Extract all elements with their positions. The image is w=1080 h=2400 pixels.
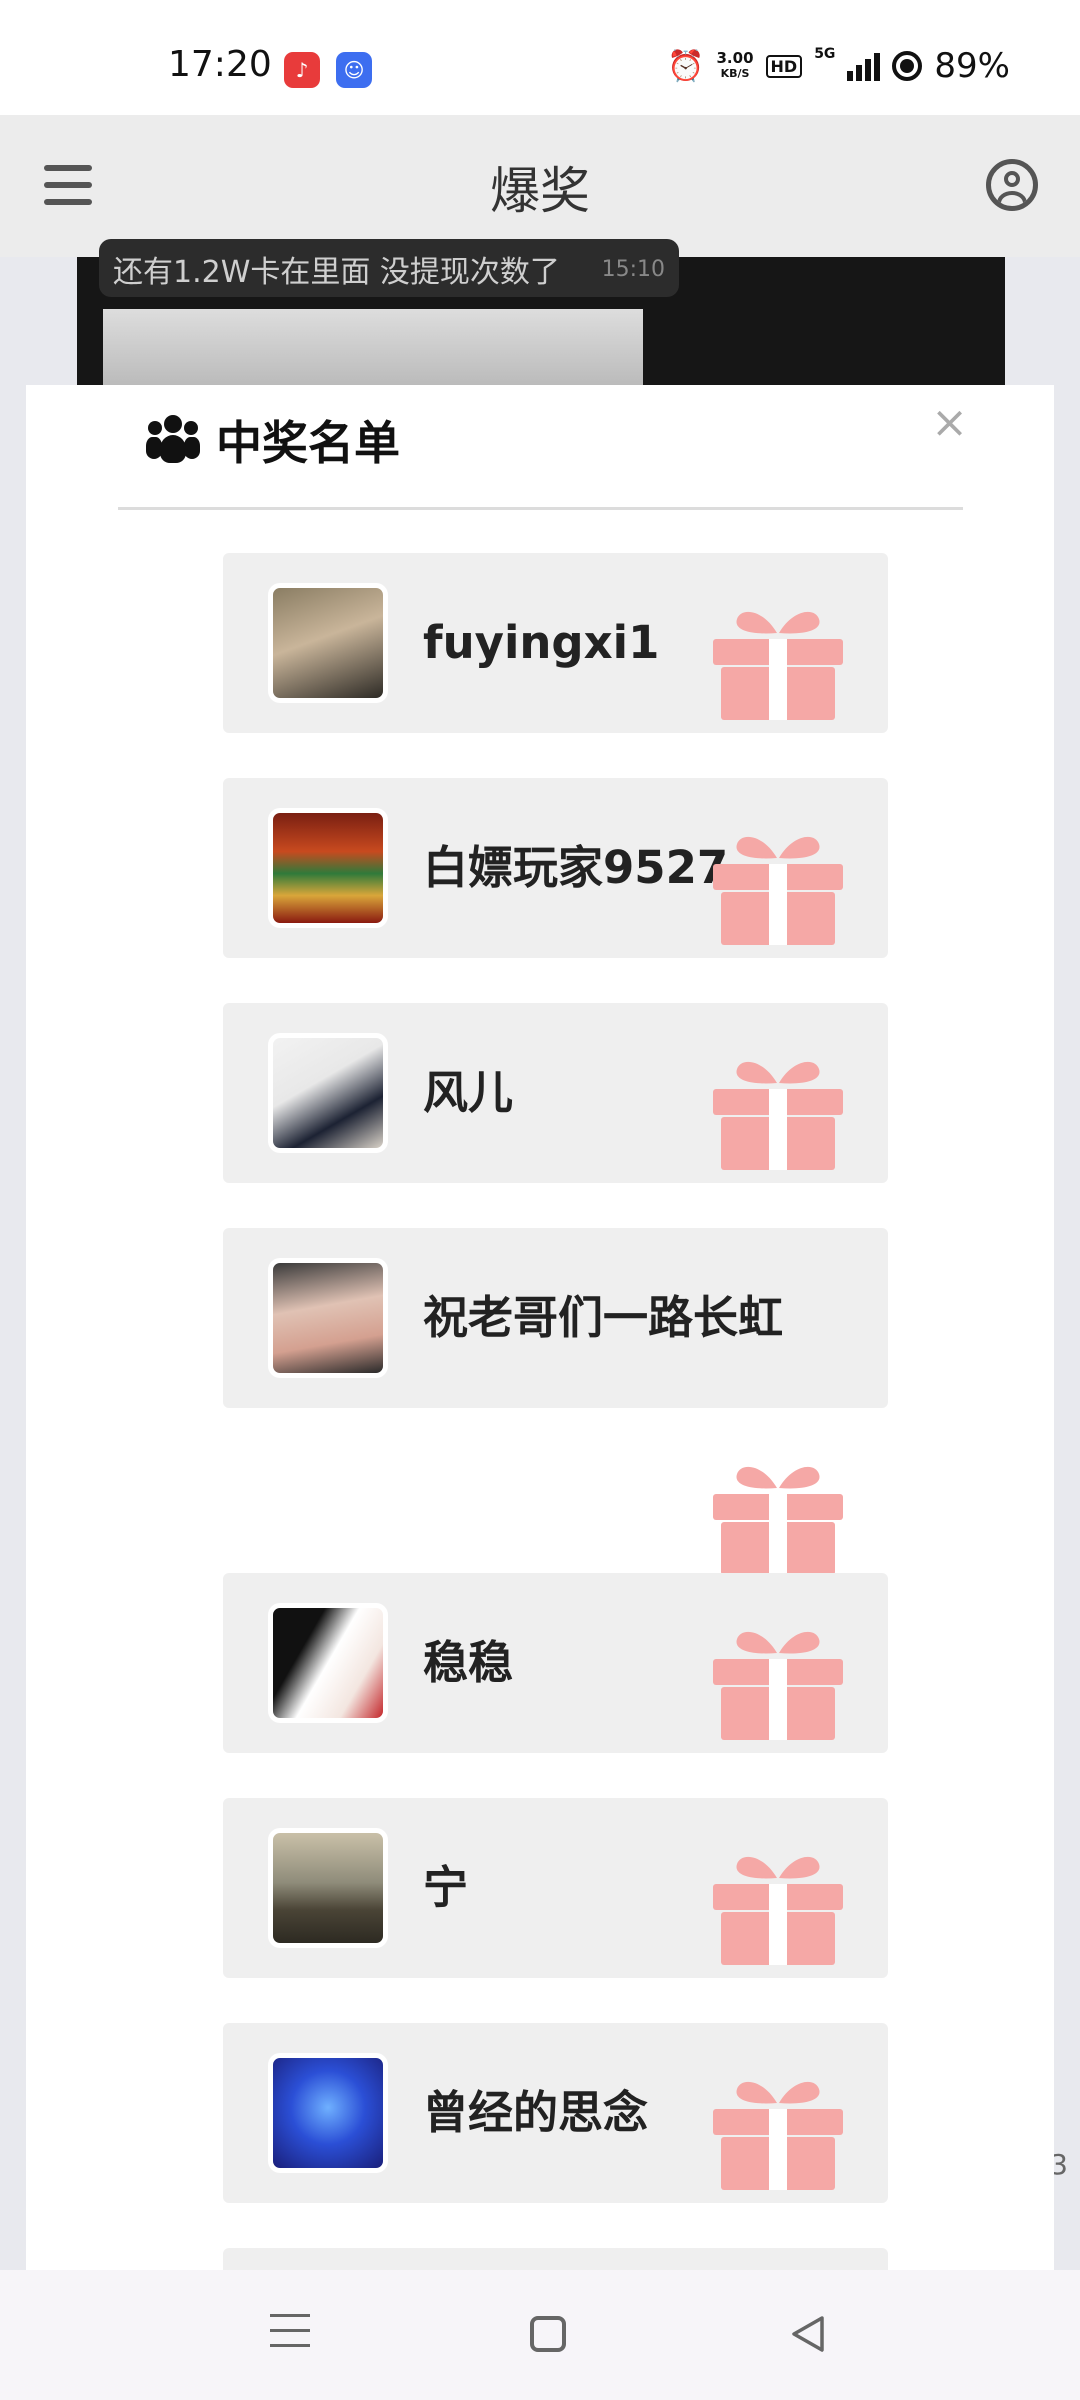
avatar (268, 1828, 388, 1948)
status-time: 17:20 (168, 44, 272, 85)
music-app-icon: ♪ (284, 52, 320, 88)
winner-name: 曾经的思念 (423, 2086, 649, 2139)
chat-message: 还有1.2W卡在里面 没提现次数了 15:10 (99, 239, 679, 297)
winner-row[interactable]: 风儿 (223, 1003, 888, 1183)
app-header: 爆奖 (0, 115, 1080, 257)
avatar (268, 2053, 388, 2173)
winner-name: 白嫖玩家9527 (423, 841, 729, 894)
winners-modal: 中奖名单 × fuyingxi1 白嫖玩家9527 风儿 祝老哥们一路长虹 稳稳 (26, 385, 1054, 2270)
gift-icon (713, 1856, 843, 1965)
modal-title: 中奖名单 (216, 416, 400, 470)
avatar (268, 1603, 388, 1723)
winner-row[interactable] (223, 2248, 888, 2270)
winner-row[interactable]: 曾经的思念 (223, 2023, 888, 2203)
avatar (268, 808, 388, 928)
winners-list: fuyingxi1 白嫖玩家9527 风儿 祝老哥们一路长虹 稳稳 宁 曾经的思… (223, 553, 888, 2270)
chat-message-time: 15:10 (601, 257, 665, 282)
winner-name: fuyingxi1 (423, 616, 660, 669)
background-chat-image: 还有1.2W卡在里面 没提现次数了 15:10 (77, 239, 1005, 385)
user-account-icon[interactable] (986, 159, 1038, 211)
winner-row[interactable]: fuyingxi1 (223, 553, 888, 733)
winner-row[interactable]: 宁 (223, 1798, 888, 1978)
winner-name: 稳稳 (423, 1636, 514, 1689)
gift-icon (713, 1466, 843, 1575)
winner-row[interactable]: 白嫖玩家9527 (223, 778, 888, 958)
gift-icon (713, 1061, 843, 1170)
battery-percent: 89% (934, 46, 1010, 86)
recent-apps-icon[interactable] (270, 2314, 310, 2359)
gift-icon (713, 836, 843, 945)
back-icon[interactable] (786, 2312, 830, 2356)
winner-name: 风儿 (423, 1066, 514, 1119)
home-icon[interactable] (530, 2316, 566, 2352)
status-bar: 17:20 ♪ ☺ ⏰ 3.00 KB/S HD 5G 89% (0, 0, 1080, 115)
winner-name: 祝老哥们一路长虹 (423, 1291, 784, 1344)
network-type: 5G (814, 46, 836, 62)
divider (118, 507, 963, 510)
avatar (268, 1258, 388, 1378)
battery-icon (892, 51, 923, 81)
close-button[interactable]: × (931, 397, 968, 448)
modal-header: 中奖名单 (146, 407, 400, 473)
chat-image (103, 309, 643, 385)
alarm-icon: ⏰ (667, 48, 705, 84)
hd-badge: HD (765, 54, 803, 78)
gift-icon (713, 611, 843, 720)
avatar (268, 1033, 388, 1153)
system-nav-bar (0, 2270, 1080, 2400)
gift-icon (713, 1631, 843, 1740)
avatar (268, 583, 388, 703)
net-speed: 3.00 KB/S (716, 49, 754, 80)
signal-icon (847, 51, 881, 81)
users-group-icon (146, 415, 200, 465)
winner-name: 宁 (423, 1861, 469, 1914)
page-title: 爆奖 (490, 162, 590, 220)
chat-message-text: 还有1.2W卡在里面 没提现次数了 (113, 255, 560, 290)
gift-icon (713, 2081, 843, 2190)
chat-app-icon: ☺ (336, 52, 372, 88)
winner-row[interactable]: 祝老哥们一路长虹 (223, 1228, 888, 1575)
winner-row[interactable]: 稳稳 (223, 1573, 888, 1753)
